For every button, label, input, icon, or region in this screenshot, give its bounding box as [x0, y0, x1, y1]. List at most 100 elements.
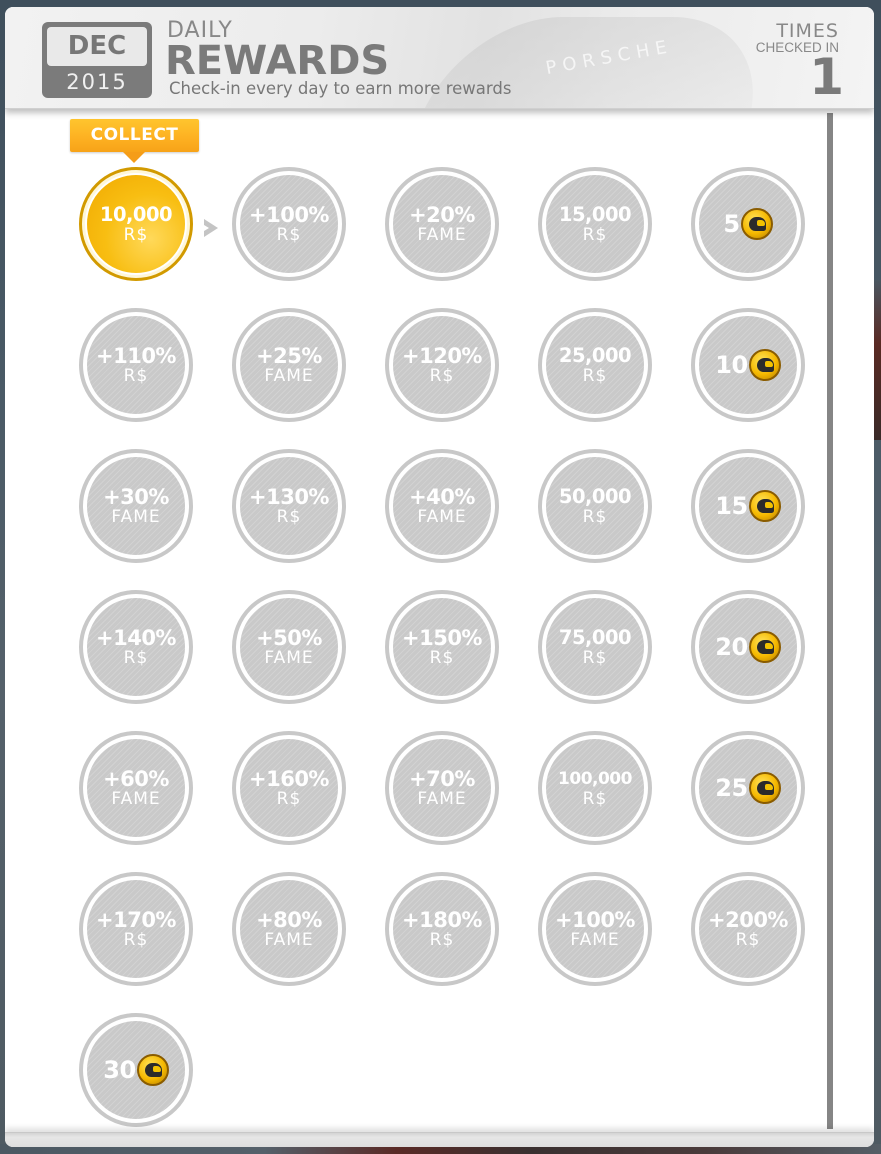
- reward-unit: FAME: [417, 225, 467, 245]
- reward-disc: +40% FAME: [393, 457, 491, 555]
- date-year: 2015: [66, 70, 128, 94]
- reward-disc: 25: [699, 739, 797, 837]
- reward-disc: 15,000 R$: [546, 175, 644, 273]
- reward-disc: +60% FAME: [87, 739, 185, 837]
- reward-day-19[interactable]: 75,000 R$: [538, 590, 652, 704]
- reward-day-3[interactable]: +20% FAME: [385, 167, 499, 281]
- reward-day-20[interactable]: 20: [691, 590, 805, 704]
- reward-disc: +30% FAME: [87, 457, 185, 555]
- reward-day-18[interactable]: +150% R$: [385, 590, 499, 704]
- reward-unit: FAME: [111, 789, 161, 809]
- reward-disc: 75,000 R$: [546, 598, 644, 696]
- reward-unit: R$: [123, 225, 149, 245]
- reward-day-6[interactable]: +110% R$: [79, 308, 193, 422]
- reward-day-23[interactable]: +70% FAME: [385, 731, 499, 845]
- gold-reward-row: 20: [715, 631, 781, 663]
- reward-disc: +70% FAME: [393, 739, 491, 837]
- reward-day-25[interactable]: 25: [691, 731, 805, 845]
- reward-unit: FAME: [264, 366, 314, 386]
- reward-value: +40%: [409, 485, 475, 509]
- rewards-grid: COLLECT 10,000 R$ +100% R$ +20% FAME 15,000 R$ 5…: [5, 7, 874, 1147]
- reward-disc: +80% FAME: [240, 880, 338, 978]
- helmet-coin-icon: [740, 208, 773, 240]
- reward-unit: R$: [123, 930, 149, 950]
- reward-disc: 10,000 R$: [87, 175, 185, 273]
- reward-unit: R$: [582, 507, 608, 527]
- page-title: REWARDS: [165, 38, 390, 84]
- reward-unit: FAME: [417, 507, 467, 527]
- reward-disc: +120% R$: [393, 316, 491, 414]
- reward-value: 15,000: [558, 203, 632, 226]
- reward-value: 25,000: [558, 344, 632, 367]
- reward-unit: R$: [276, 789, 302, 809]
- scrollbar[interactable]: [826, 109, 834, 1133]
- reward-unit: R$: [429, 366, 455, 386]
- reward-day-15[interactable]: 15: [691, 449, 805, 563]
- reward-value: +200%: [708, 908, 788, 932]
- times-checked-in-count: 1: [809, 48, 844, 106]
- reward-value: +80%: [256, 908, 322, 932]
- reward-disc: 25,000 R$: [546, 316, 644, 414]
- reward-day-27[interactable]: +80% FAME: [232, 872, 346, 986]
- reward-disc: 5: [699, 175, 797, 273]
- reward-day-14[interactable]: 50,000 R$: [538, 449, 652, 563]
- reward-unit: FAME: [111, 507, 161, 527]
- reward-day-22[interactable]: +160% R$: [232, 731, 346, 845]
- reward-disc: 50,000 R$: [546, 457, 644, 555]
- footer-bar: [5, 1132, 874, 1147]
- reward-day-17[interactable]: +50% FAME: [232, 590, 346, 704]
- subtitle: Check-in every day to earn more rewards: [169, 79, 512, 98]
- reward-unit: R$: [276, 225, 302, 245]
- reward-day-29[interactable]: +100% FAME: [538, 872, 652, 986]
- reward-day-16[interactable]: +140% R$: [79, 590, 193, 704]
- reward-day-8[interactable]: +120% R$: [385, 308, 499, 422]
- reward-unit: FAME: [570, 930, 620, 950]
- reward-disc: +150% R$: [393, 598, 491, 696]
- reward-day-21[interactable]: +60% FAME: [79, 731, 193, 845]
- helmet-coin-icon: [748, 490, 781, 522]
- reward-value: 5: [723, 210, 740, 238]
- helmet-coin-icon: [748, 772, 781, 804]
- reward-value: 20: [715, 633, 748, 661]
- helmet-coin-icon: [748, 349, 781, 381]
- reward-day-13[interactable]: +40% FAME: [385, 449, 499, 563]
- reward-day-1[interactable]: 10,000 R$: [79, 167, 193, 281]
- reward-value: +25%: [256, 344, 322, 368]
- reward-day-4[interactable]: 15,000 R$: [538, 167, 652, 281]
- reward-disc: +130% R$: [240, 457, 338, 555]
- reward-day-24[interactable]: 100,000 R$: [538, 731, 652, 845]
- reward-day-12[interactable]: +130% R$: [232, 449, 346, 563]
- reward-unit: FAME: [417, 789, 467, 809]
- reward-day-9[interactable]: 25,000 R$: [538, 308, 652, 422]
- reward-unit: R$: [123, 648, 149, 668]
- scrollbar-thumb[interactable]: [827, 113, 833, 1129]
- times-label: TIMES: [776, 20, 839, 42]
- reward-value: 10,000: [99, 203, 173, 226]
- reward-value: +120%: [402, 344, 482, 368]
- reward-day-10[interactable]: 10: [691, 308, 805, 422]
- reward-day-2[interactable]: +100% R$: [232, 167, 346, 281]
- collect-button[interactable]: COLLECT: [70, 119, 199, 163]
- reward-day-11[interactable]: +30% FAME: [79, 449, 193, 563]
- reward-value: +180%: [402, 908, 482, 932]
- reward-day-26[interactable]: +170% R$: [79, 872, 193, 986]
- reward-unit: R$: [735, 930, 761, 950]
- reward-disc: +25% FAME: [240, 316, 338, 414]
- reward-unit: R$: [582, 789, 608, 809]
- helmet-coin-icon: [748, 631, 781, 663]
- reward-value: +140%: [96, 626, 176, 650]
- header: PORSCHE DEC 2015 DAILY REWARDS Check-in …: [5, 7, 874, 109]
- reward-disc: 15: [699, 457, 797, 555]
- reward-value: 50,000: [558, 485, 632, 508]
- reward-day-31[interactable]: 30: [79, 1013, 193, 1127]
- reward-day-5[interactable]: 5: [691, 167, 805, 281]
- reward-day-30[interactable]: +200% R$: [691, 872, 805, 986]
- reward-day-28[interactable]: +180% R$: [385, 872, 499, 986]
- reward-value: +30%: [103, 485, 169, 509]
- reward-value: +170%: [96, 908, 176, 932]
- reward-value: +150%: [402, 626, 482, 650]
- reward-disc: 20: [699, 598, 797, 696]
- reward-day-7[interactable]: +25% FAME: [232, 308, 346, 422]
- reward-unit: R$: [582, 225, 608, 245]
- reward-value: +50%: [256, 626, 322, 650]
